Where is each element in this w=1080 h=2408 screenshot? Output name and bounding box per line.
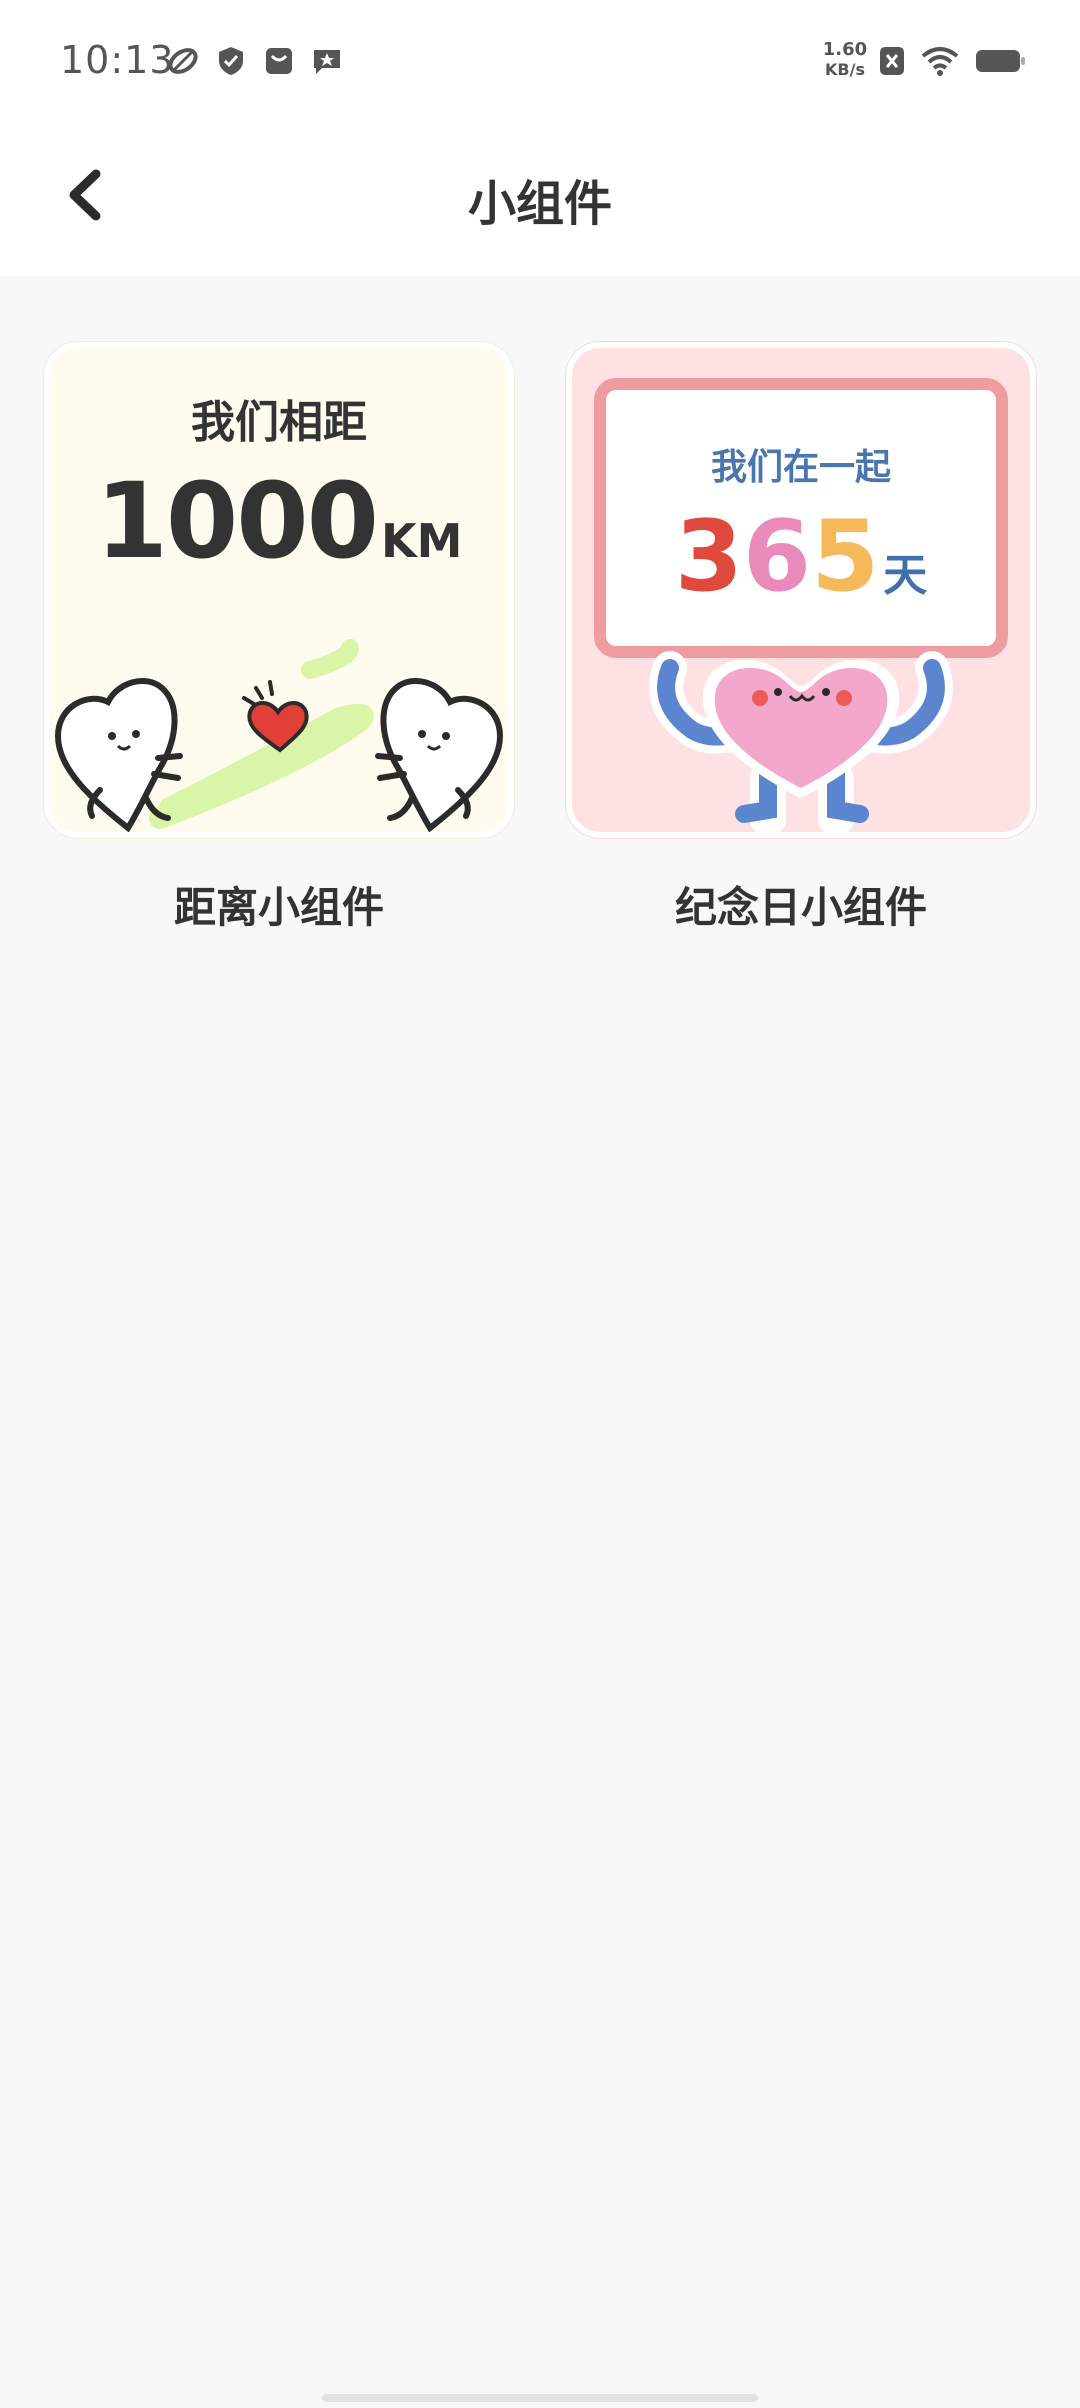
status-time: 10:13 — [60, 38, 175, 82]
distance-value: 1000KM — [50, 460, 508, 582]
anniversary-label: 我们在一起 — [710, 447, 891, 488]
distance-number: 1000 — [95, 460, 379, 582]
net-speed-unit: KB/s — [825, 60, 865, 79]
status-icons-right — [878, 44, 1028, 78]
right-heart-character-icon — [375, 677, 504, 832]
anniversary-unit: 天 — [883, 550, 928, 601]
star-message-icon — [314, 50, 340, 74]
heart-holding-sign-illustration — [649, 651, 953, 832]
anniversary-digit-2: 6 — [742, 500, 812, 614]
distance-widget-card[interactable]: 我们相距 1000KM — [44, 342, 514, 838]
running-hearts-illustration — [54, 639, 504, 832]
battery-icon — [976, 50, 1025, 72]
distance-label: 我们相距 — [191, 397, 367, 448]
leaf-icon — [168, 48, 198, 74]
net-speed: 1.60 KB/s — [822, 40, 868, 80]
shield-icon — [219, 47, 243, 75]
top-app-bar: 小组件 — [0, 130, 1080, 276]
anniversary-digit-3: 5 — [811, 500, 880, 614]
close-box-icon — [880, 47, 904, 75]
anniversary-widget-caption[interactable]: 纪念日小组件 — [566, 874, 1036, 935]
anniversary-widget-card[interactable]: 我们在一起 365天 — [566, 342, 1036, 838]
status-bar: 10:13 1.60 KB/s — [0, 0, 1080, 130]
distance-unit: KM — [381, 514, 463, 568]
net-speed-value: 1.60 — [822, 39, 868, 60]
wifi-icon — [921, 47, 959, 76]
anniversary-value: 365天 — [606, 500, 996, 614]
distance-widget-caption[interactable]: 距离小组件 — [44, 874, 514, 935]
home-indicator[interactable] — [322, 2394, 758, 2402]
page-title: 小组件 — [467, 176, 612, 232]
status-icons-left — [166, 44, 344, 78]
anniversary-digit-1: 3 — [674, 500, 743, 614]
mailbox-icon — [266, 48, 292, 74]
